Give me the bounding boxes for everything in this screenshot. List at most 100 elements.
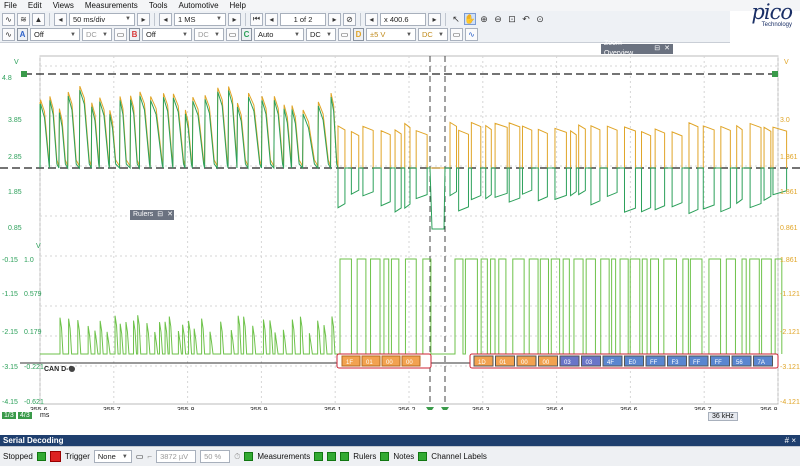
menu-edit[interactable]: Edit xyxy=(28,0,42,11)
lower-axis-tick-right: -3.121 xyxy=(780,364,800,371)
decode-packet-value: 56 xyxy=(736,360,743,366)
persistence-mode-icon[interactable]: ≋ xyxy=(17,12,30,26)
lower-axis-tick-right: -1.121 xyxy=(780,291,800,298)
pre-trigger-field[interactable]: 50 % xyxy=(200,450,231,463)
first-buffer-icon[interactable]: ⏮ xyxy=(250,12,263,26)
decode-packet-value: 00 xyxy=(406,360,413,366)
undo-zoom-icon[interactable]: ↶ xyxy=(520,13,532,25)
zoom-out-icon[interactable]: ◂ xyxy=(365,12,378,26)
channel-labels-label[interactable]: Channel Labels xyxy=(431,452,487,461)
channel-b-badge[interactable]: B xyxy=(129,28,140,41)
channel-d-coupling[interactable]: DC ▼ xyxy=(418,28,448,41)
menu-measurements[interactable]: Measurements xyxy=(85,0,138,11)
channel-d-options-icon[interactable]: ▭ xyxy=(450,28,463,41)
trigger-options-icon[interactable]: ▭ xyxy=(136,452,144,461)
decode-packet-value: 01 xyxy=(500,360,507,366)
chevron-down-icon: ▼ xyxy=(216,16,222,22)
channel-b-coupling[interactable]: DC ▼ xyxy=(194,28,224,41)
serial-decoding-controls[interactable]: # × xyxy=(785,435,796,446)
upper-axis-tick-right: 1.861 xyxy=(780,154,798,161)
timebase-up-icon[interactable]: ▸ xyxy=(137,12,150,26)
measurements-toggle-icon[interactable] xyxy=(314,452,324,461)
channel-labels-toggle-icon[interactable] xyxy=(418,452,428,461)
zoom-to-fit-icon[interactable]: ⊙ xyxy=(534,13,546,25)
pin-icon[interactable]: ⊟ xyxy=(157,210,163,220)
zoom-in-tool-icon[interactable]: ⊕ xyxy=(478,13,490,25)
channel-a-options-icon[interactable]: ▭ xyxy=(114,28,127,41)
channel-b-options-icon[interactable]: ▭ xyxy=(226,28,239,41)
channel-a-coupling-value: DC xyxy=(86,30,97,39)
timebase-down-icon[interactable]: ◂ xyxy=(54,12,67,26)
prev-buffer-icon[interactable]: ◂ xyxy=(265,12,278,26)
channel-a-coupling[interactable]: DC ▼ xyxy=(82,28,112,41)
toolbar-separator xyxy=(154,12,155,26)
chevron-down-icon: ▼ xyxy=(125,16,131,22)
menu-automotive[interactable]: Automotive xyxy=(179,0,219,11)
upper-threshold-handle[interactable] xyxy=(21,71,27,77)
trigger-delay-icon[interactable]: ⏱ xyxy=(234,452,240,462)
zoom-overview-panel[interactable]: Zoom Overview ⊟ ✕ xyxy=(601,40,673,57)
pin-icon[interactable]: ⊟ xyxy=(654,44,660,54)
channel-scale-badge[interactable]: 1/3 xyxy=(2,412,16,419)
rulers-panel[interactable]: Rulers ⊟ ✕ xyxy=(130,210,174,220)
scope-plot[interactable]: CAN D-C1F 01 00 00 1D 01 00 00 03 03 4F E0 FF F3 FF FF 5… xyxy=(0,44,800,410)
zoom-field[interactable]: x 400.6 xyxy=(380,12,426,26)
close-icon[interactable]: ✕ xyxy=(167,210,173,220)
notes-label[interactable]: Notes xyxy=(393,452,414,461)
next-buffer-icon[interactable]: ▸ xyxy=(328,12,341,26)
menu-tools[interactable]: Tools xyxy=(149,0,168,11)
menu-views[interactable]: Views xyxy=(53,0,74,11)
channel-offset-badge[interactable]: 4/3 xyxy=(18,412,32,419)
lower-axis-outer-tick: -0.15 xyxy=(2,257,18,264)
trigger-edge-icon[interactable]: ⌐ xyxy=(147,452,152,461)
channel-c-badge[interactable]: C xyxy=(241,28,252,41)
timebase-value: 50 ms/div xyxy=(73,14,106,24)
samples-down-icon[interactable]: ◂ xyxy=(159,12,172,26)
channel-c-coupling[interactable]: DC ▼ xyxy=(306,28,336,41)
buffer-overview-icon[interactable]: ⊘ xyxy=(343,12,356,26)
channel-d-badge[interactable]: D xyxy=(353,28,364,41)
start-button[interactable] xyxy=(36,452,46,461)
pre-trigger-value: 50 % xyxy=(204,452,222,461)
chevron-down-icon: ▼ xyxy=(182,31,188,38)
channel-b-range[interactable]: Off ▼ xyxy=(142,28,192,41)
upper-threshold-handle-right[interactable] xyxy=(772,71,778,77)
samples-up-icon[interactable]: ▸ xyxy=(228,12,241,26)
rulers-label[interactable]: Rulers xyxy=(353,452,376,461)
measurements-label[interactable]: Measurements xyxy=(257,452,310,461)
pointer-tool-icon[interactable]: ↖ xyxy=(450,13,462,25)
channel-c-options-icon[interactable]: ▭ xyxy=(338,28,351,41)
samples-value: 1 MS xyxy=(178,14,196,24)
hand-tool-icon[interactable]: ✋ xyxy=(464,13,476,25)
trigger-mode-select[interactable]: None ▼ xyxy=(93,450,132,463)
zoom-area-icon[interactable]: ⊡ xyxy=(506,13,518,25)
serial-decoding-header: Serial Decoding # × xyxy=(0,435,800,446)
trigger-label: Trigger xyxy=(64,452,90,461)
notes-toggle-icon[interactable] xyxy=(380,452,390,461)
math-channels-icon[interactable]: ∿ xyxy=(465,28,478,41)
samples-select[interactable]: 1 MS ▼ xyxy=(174,12,226,26)
decode-settings-icon[interactable] xyxy=(69,366,75,372)
scope-mode-icon[interactable]: ∿ xyxy=(2,12,15,26)
channel-d-range[interactable]: ±5 V ▼ xyxy=(366,28,416,41)
trigger-level-field[interactable]: 3872 µV xyxy=(156,450,197,463)
zoom-in-icon[interactable]: ▸ xyxy=(428,12,441,26)
add-measurement-icon[interactable] xyxy=(244,452,254,461)
menu-help[interactable]: Help xyxy=(230,0,246,11)
rulers-toggle-icon[interactable] xyxy=(340,452,350,461)
picoscope-window: File Edit Views Measurements Tools Autom… xyxy=(0,0,800,466)
spectrum-mode-icon[interactable]: ▲ xyxy=(32,12,45,26)
measurements-remove-icon[interactable] xyxy=(327,452,337,461)
menu-file[interactable]: File xyxy=(4,0,17,11)
timebase-select[interactable]: 50 ms/div ▼ xyxy=(69,12,135,26)
channel-a-range[interactable]: Off ▼ xyxy=(30,28,80,41)
zoom-out-tool-icon[interactable]: ⊖ xyxy=(492,13,504,25)
lower-axis-inner-tick: -0.221 xyxy=(24,364,44,371)
frequency-readout: 36 kHz xyxy=(708,412,738,421)
buffer-navigator[interactable]: 1 of 2 xyxy=(280,12,326,26)
channel-options-icon[interactable]: ∿ xyxy=(2,28,15,41)
channel-c-range[interactable]: Auto ▼ xyxy=(254,28,304,41)
stop-button[interactable] xyxy=(49,451,61,462)
channel-a-badge[interactable]: A xyxy=(17,28,28,41)
close-icon[interactable]: ✕ xyxy=(664,44,670,54)
